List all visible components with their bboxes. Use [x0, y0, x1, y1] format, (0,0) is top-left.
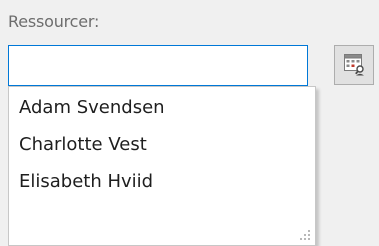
- dropdown-item-adam-svendsen[interactable]: Adam Svendsen: [9, 89, 315, 126]
- resource-picker-button[interactable]: [334, 45, 374, 85]
- resource-picker-icon: [344, 54, 364, 76]
- resize-grip-icon[interactable]: [299, 229, 311, 241]
- dropdown-item-charlotte-vest[interactable]: Charlotte Vest: [9, 126, 315, 163]
- resources-label: Ressourcer:: [8, 12, 100, 31]
- dropdown-item-elisabeth-hviid[interactable]: Elisabeth Hviid: [9, 163, 315, 200]
- resources-dropdown-list: Adam Svendsen Charlotte Vest Elisabeth H…: [8, 86, 316, 246]
- resources-input[interactable]: [8, 45, 308, 86]
